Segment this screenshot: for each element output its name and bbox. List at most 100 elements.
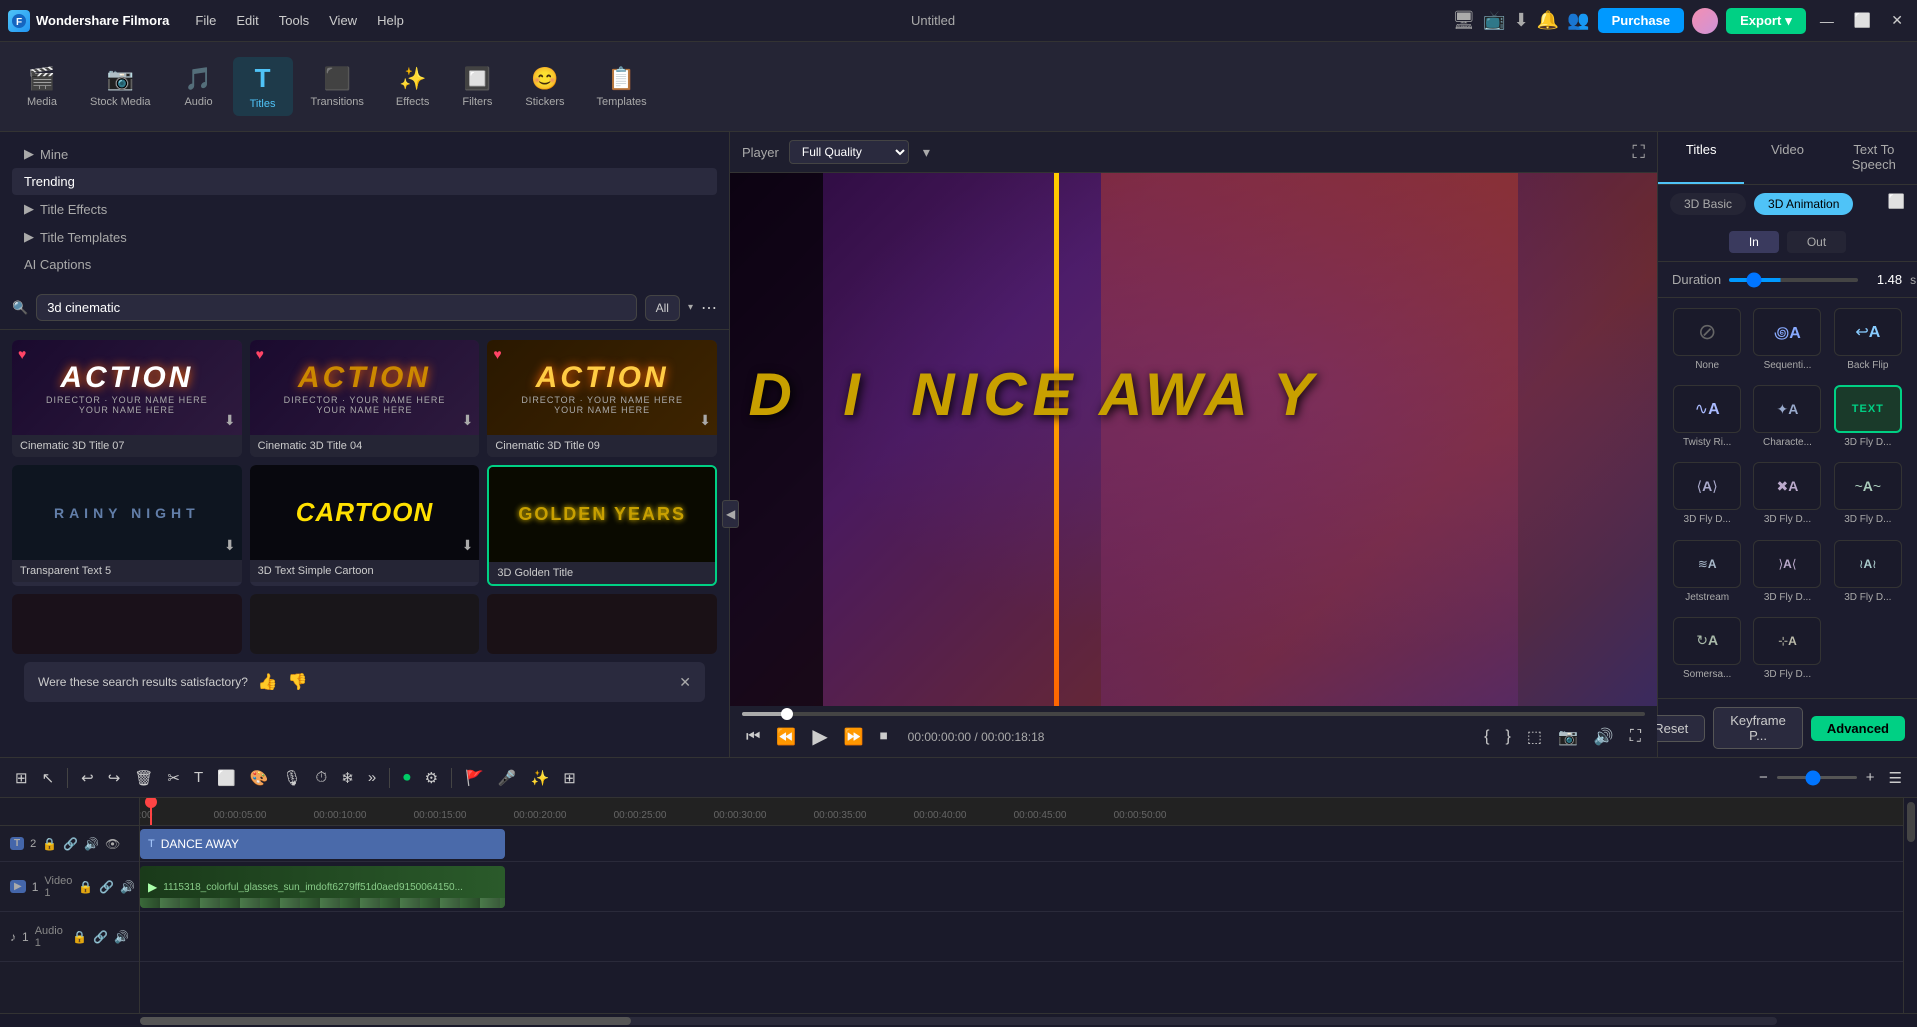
zoom-in-button[interactable]: + [1861, 767, 1880, 788]
tab-titles[interactable]: Titles [1658, 132, 1744, 184]
tool-titles[interactable]: T Titles [233, 57, 293, 116]
tab-in[interactable]: In [1729, 231, 1779, 253]
grid-item-c3d04[interactable]: ♥ ACTION DIRECTOR · YOUR NAME HEREYOUR N… [250, 340, 480, 457]
close-button[interactable]: ✕ [1885, 10, 1909, 31]
tl-ai-button[interactable]: ✨ [526, 767, 555, 789]
skip-back-button[interactable]: ⏮ [742, 726, 764, 748]
fullscreen-ctrl-button[interactable]: ⛶ [1626, 726, 1645, 748]
satisfaction-close-button[interactable]: ✕ [679, 674, 691, 691]
menu-file[interactable]: File [185, 9, 226, 32]
tl-multi-track-button[interactable]: ⊞ [10, 767, 33, 789]
menu-tools[interactable]: Tools [269, 9, 319, 32]
anim-3d-fly-d7[interactable]: ⊹A 3D Fly D... [1750, 617, 1824, 688]
tool-audio[interactable]: 🎵 Audio [169, 60, 229, 114]
nav-mine[interactable]: ▶ Mine [12, 140, 717, 168]
timeline-h-scrollbar[interactable] [0, 1013, 1917, 1027]
tl-record2-button[interactable]: 🎤 [493, 767, 522, 789]
tl-record-button[interactable]: ⏺ [398, 767, 416, 788]
zoom-slider[interactable] [1777, 776, 1857, 779]
panel-expand-icon[interactable]: ⬜ [1888, 193, 1905, 215]
anim-3d-fly-d2[interactable]: ⟨A⟩ 3D Fly D... [1670, 462, 1744, 533]
tab-video[interactable]: Video [1744, 132, 1830, 184]
keyframe-button[interactable]: Keyframe P... [1713, 707, 1803, 749]
tool-filters[interactable]: 🔲 Filters [447, 60, 507, 114]
fit-button[interactable]: ⬚ [1523, 725, 1546, 749]
tool-stickers[interactable]: 😊 Stickers [511, 60, 578, 114]
out-point-button[interactable]: } [1501, 726, 1514, 748]
anim-3d-fly-d3[interactable]: ✖A 3D Fly D... [1750, 462, 1824, 533]
menu-help[interactable]: Help [367, 9, 414, 32]
tl-freeze-button[interactable]: ❄ [336, 767, 359, 789]
thumbs-up-button[interactable]: 👍 [258, 672, 278, 692]
scrollbar-thumb[interactable] [1907, 802, 1915, 842]
fullscreen-icon[interactable]: ⛶ [1632, 142, 1645, 163]
anim-3d-fly-d5[interactable]: ⟩A⟨ 3D Fly D... [1750, 540, 1824, 611]
purchase-button[interactable]: Purchase [1598, 8, 1685, 33]
step-back-button[interactable]: ⏪ [772, 725, 800, 749]
stop-button[interactable]: ⏹ [876, 726, 892, 748]
tl-speed-button[interactable]: ⏱ [311, 767, 333, 788]
tool-effects[interactable]: ✨ Effects [382, 60, 443, 114]
maximize-button[interactable]: ⬜ [1848, 10, 1877, 31]
snapshot-button[interactable]: 📷 [1554, 725, 1582, 749]
anim-jetstream[interactable]: ≋A Jetstream [1670, 540, 1744, 611]
grid-item-more2[interactable] [250, 594, 480, 654]
anim-somersa[interactable]: ↻A Somersa... [1670, 617, 1744, 688]
grid-item-c3d07[interactable]: ♥ ACTION DIRECTOR · YOUR NAME HEREYOUR N… [12, 340, 242, 457]
tool-transitions[interactable]: ⬛ Transitions [297, 60, 378, 114]
panel-collapse-button[interactable]: ◀ [722, 500, 739, 528]
menu-edit[interactable]: Edit [226, 9, 268, 32]
subtab-3d-basic[interactable]: 3D Basic [1670, 193, 1746, 215]
nav-ai-captions[interactable]: AI Captions [12, 251, 717, 278]
anim-3d-fly-d1[interactable]: TEXT 3D Fly D... [1831, 385, 1905, 456]
grid-item-golden[interactable]: GOLDEN YEARS 3D Golden Title [487, 465, 717, 586]
title-clip[interactable]: T DANCE AWAY [140, 829, 505, 859]
zoom-out-button[interactable]: − [1754, 767, 1773, 788]
export-button[interactable]: Export ▾ [1726, 8, 1806, 34]
tl-select-button[interactable]: ↖ [37, 767, 60, 789]
tab-out[interactable]: Out [1787, 231, 1846, 253]
anim-3d-fly-d6[interactable]: ≀A≀ 3D Fly D... [1831, 540, 1905, 611]
tl-text-button[interactable]: T [189, 767, 208, 788]
progress-bar[interactable] [742, 712, 1645, 716]
video-clip[interactable]: ▶ 1115318_colorful_glasses_sun_imdoft627… [140, 866, 505, 908]
tl-redo-button[interactable]: ↪ [103, 767, 126, 789]
grid-item-c3d09[interactable]: ♥ ACTION DIRECTOR · YOUR NAME HEREYOUR N… [487, 340, 717, 457]
tl-voiceover-button[interactable]: 🎙 [277, 767, 306, 789]
advanced-button[interactable]: Advanced [1811, 716, 1905, 741]
grid-item-more1[interactable] [12, 594, 242, 654]
tl-crop-button[interactable]: ⬜ [212, 767, 241, 789]
anim-none[interactable]: ⊘ None [1670, 308, 1744, 379]
tool-stock-media[interactable]: 📷 Stock Media [76, 60, 165, 114]
tool-media[interactable]: 🎬 Media [12, 60, 72, 114]
filter-button[interactable]: All [645, 295, 680, 321]
duration-slider[interactable] [1729, 278, 1858, 282]
tl-settings-button[interactable]: ⚙ [420, 767, 443, 789]
timeline-scrollbar[interactable] [1903, 798, 1917, 1013]
anim-back-flip[interactable]: ↩A Back Flip [1831, 308, 1905, 379]
step-forward-button[interactable]: ⏩ [840, 725, 868, 749]
more-button[interactable]: ⋯ [701, 298, 717, 318]
nav-trending[interactable]: Trending [12, 168, 717, 195]
quality-select[interactable]: Full Quality Half Quality Quarter Qualit… [789, 140, 909, 164]
tl-grid-button[interactable]: ⊞ [558, 767, 581, 789]
minimize-button[interactable]: — [1814, 11, 1840, 31]
grid-item-more3[interactable] [487, 594, 717, 654]
anim-sequential[interactable]: ꩜A Sequenti... [1750, 308, 1824, 379]
grid-item-cartoon[interactable]: CARTOON ⬇ 3D Text Simple Cartoon [250, 465, 480, 586]
subtab-3d-animation[interactable]: 3D Animation [1754, 193, 1853, 215]
anim-character[interactable]: ✦A Characte... [1750, 385, 1824, 456]
tool-templates[interactable]: 📋 Templates [582, 60, 660, 114]
tl-color-button[interactable]: 🎨 [245, 767, 274, 789]
nav-title-effects[interactable]: ▶ Title Effects [12, 195, 717, 223]
menu-view[interactable]: View [319, 9, 367, 32]
in-point-button[interactable]: { [1480, 726, 1493, 748]
tl-delete-button[interactable]: 🗑 [129, 767, 158, 789]
play-button[interactable]: ▶ [808, 722, 831, 751]
h-scrollbar-thumb[interactable] [140, 1017, 631, 1025]
thumbs-down-button[interactable]: 👎 [288, 672, 308, 692]
anim-3d-fly-d4[interactable]: ~A~ 3D Fly D... [1831, 462, 1905, 533]
search-input[interactable] [36, 294, 636, 321]
volume-button[interactable]: 🔊 [1590, 725, 1618, 749]
grid-item-trans5[interactable]: RAINY NIGHT ⬇ Transparent Text 5 [12, 465, 242, 586]
